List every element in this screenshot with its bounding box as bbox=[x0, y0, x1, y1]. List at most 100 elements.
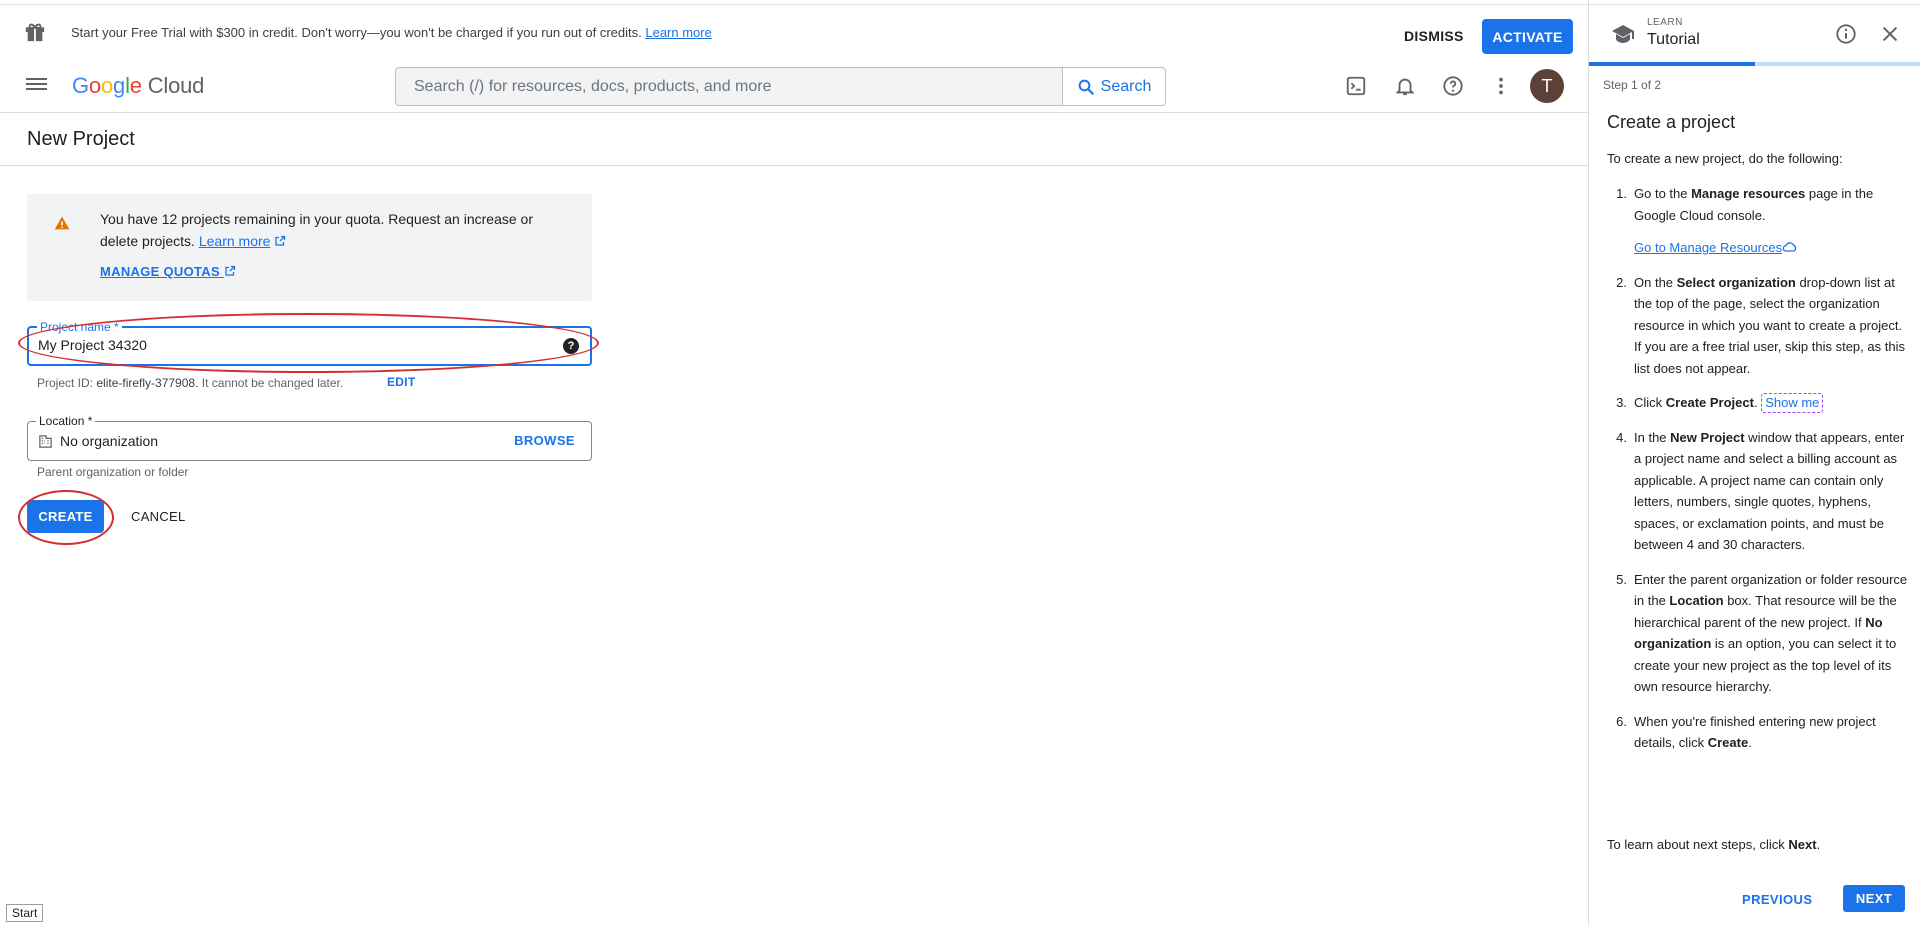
logo-letter: o bbox=[88, 73, 101, 98]
trial-banner: Start your Free Trial with $300 in credi… bbox=[0, 4, 1588, 58]
tutorial-intro: To create a new project, do the followin… bbox=[1607, 151, 1843, 166]
logo-letter: G bbox=[72, 73, 89, 98]
top-bar: Google Cloud Search T bbox=[0, 58, 1588, 113]
outro-bold: Next bbox=[1788, 837, 1817, 852]
bell-icon[interactable] bbox=[1393, 74, 1417, 98]
step-number: 5. bbox=[1616, 571, 1627, 587]
tutorial-outro: To learn about next steps, click Next. bbox=[1607, 837, 1820, 852]
building-icon bbox=[39, 435, 52, 448]
quota-notice: You have 12 projects remaining in your q… bbox=[27, 194, 592, 301]
location-label: Location * bbox=[36, 414, 96, 428]
tutorial-step: 1. Go to the Manage resources page in th… bbox=[1607, 183, 1909, 259]
external-link-icon bbox=[275, 235, 286, 246]
location-value: No organization bbox=[60, 433, 159, 449]
step-text: Click bbox=[1634, 395, 1666, 410]
warning-icon bbox=[54, 216, 70, 230]
outro-text: To learn about next steps, click bbox=[1607, 837, 1789, 852]
browse-button[interactable]: BROWSE bbox=[514, 433, 575, 448]
location-help-text: Parent organization or folder bbox=[37, 465, 189, 479]
logo-cloud-word: Cloud bbox=[147, 73, 205, 98]
show-me-button[interactable]: Show me bbox=[1761, 393, 1824, 413]
page-title: New Project bbox=[27, 128, 135, 150]
tutorial-steps: 1. Go to the Manage resources page in th… bbox=[1607, 183, 1909, 767]
tutorial-step: 3. Click Create Project. Show me bbox=[1607, 392, 1909, 414]
menu-icon[interactable] bbox=[24, 75, 48, 95]
manage-quotas-link[interactable]: MANAGE QUOTAS bbox=[100, 264, 236, 279]
quota-learn-more-label: Learn more bbox=[198, 233, 271, 249]
trial-text: Start your Free Trial with $300 in credi… bbox=[71, 25, 712, 40]
quota-message: You have 12 projects remaining in your q… bbox=[100, 211, 533, 249]
step-label: Step 1 of 2 bbox=[1603, 78, 1662, 92]
start-tag: Start bbox=[6, 904, 44, 922]
more-vert-icon[interactable] bbox=[1489, 74, 1513, 98]
go-to-manage-resources-link[interactable]: Go to Manage Resources bbox=[1634, 237, 1909, 259]
project-id-value: elite-firefly-377908. bbox=[96, 376, 199, 390]
avatar[interactable]: T bbox=[1530, 69, 1564, 103]
step-number: 2. bbox=[1616, 274, 1627, 290]
project-id-suffix: It cannot be changed later. bbox=[201, 376, 344, 390]
gift-icon bbox=[25, 23, 45, 42]
trial-message: Start your Free Trial with $300 in credi… bbox=[71, 25, 642, 40]
step-bold: Manage resources bbox=[1691, 186, 1806, 201]
trial-learn-more-link[interactable]: Learn more bbox=[645, 25, 711, 40]
terminal-icon[interactable] bbox=[1344, 74, 1368, 98]
cloud-icon bbox=[1782, 242, 1797, 252]
tutorial-panel: LEARN Tutorial Step 1 of 2 Create a proj… bbox=[1588, 0, 1920, 925]
project-id-text: Project ID: elite-firefly-377908. It can… bbox=[37, 376, 343, 390]
step-number: 4. bbox=[1616, 429, 1627, 445]
activate-button[interactable]: ACTIVATE bbox=[1482, 19, 1573, 54]
step-number: 3. bbox=[1616, 395, 1627, 410]
main-area: Start your Free Trial with $300 in credi… bbox=[0, 0, 1588, 925]
search-box bbox=[395, 67, 1066, 106]
tutorial-step: 5. Enter the parent organization or fold… bbox=[1607, 569, 1909, 698]
step-text: window that appears, enter a project nam… bbox=[1634, 429, 1905, 553]
previous-button[interactable]: PREVIOUS bbox=[1736, 885, 1818, 913]
step-text: . bbox=[1753, 395, 1758, 410]
create-button[interactable]: CREATE bbox=[27, 500, 104, 533]
project-name-input[interactable] bbox=[38, 337, 538, 353]
logo-letter: g bbox=[113, 73, 126, 98]
link-label: Go to Manage Resources bbox=[1634, 240, 1783, 255]
step-number: 6. bbox=[1616, 713, 1627, 729]
dismiss-button[interactable]: DISMISS bbox=[1394, 19, 1474, 53]
tutorial-title: Tutorial bbox=[1647, 31, 1700, 48]
page-title-bar: New Project bbox=[0, 114, 1588, 166]
step-text: On the bbox=[1634, 274, 1677, 290]
help-icon[interactable] bbox=[1441, 74, 1465, 98]
info-icon[interactable] bbox=[1835, 23, 1857, 45]
step-text: When you're finished entering new projec… bbox=[1634, 713, 1876, 751]
logo-letter: o bbox=[100, 73, 114, 98]
step-bold: Create Project bbox=[1665, 395, 1754, 410]
edit-project-id-button[interactable]: EDIT bbox=[387, 375, 416, 389]
tutorial-step: 2. On the Select organization drop-down … bbox=[1607, 272, 1909, 380]
step-text: In the bbox=[1634, 429, 1671, 445]
search-input[interactable] bbox=[396, 68, 1066, 105]
location-field[interactable]: Location * No organization BROWSE bbox=[27, 414, 592, 461]
help-filled-icon[interactable]: ? bbox=[563, 338, 579, 354]
search-icon bbox=[1078, 79, 1094, 95]
google-cloud-logo[interactable]: Google Cloud bbox=[72, 73, 204, 99]
tutorial-learn-label: LEARN bbox=[1647, 17, 1683, 28]
next-button[interactable]: NEXT bbox=[1843, 885, 1905, 912]
external-link-icon bbox=[225, 265, 235, 276]
project-name-label: Project name * bbox=[37, 320, 122, 334]
search-button-label: Search bbox=[1100, 77, 1152, 95]
outro-text: . bbox=[1816, 837, 1821, 852]
close-icon[interactable] bbox=[1879, 23, 1901, 45]
step-number: 1. bbox=[1616, 186, 1627, 201]
step-bold: New Project bbox=[1670, 429, 1745, 445]
tutorial-step: 4. In the New Project window that appear… bbox=[1607, 427, 1909, 556]
quota-text: You have 12 projects remaining in your q… bbox=[100, 208, 560, 252]
tutorial-progress-fill bbox=[1589, 62, 1755, 66]
manage-quotas-label: MANAGE QUOTAS bbox=[100, 264, 220, 279]
quota-learn-more-link[interactable]: Learn more bbox=[199, 233, 271, 249]
tutorial-header: LEARN Tutorial bbox=[1589, 4, 1920, 66]
tutorial-step: 6. When you're finished entering new pro… bbox=[1607, 711, 1909, 754]
project-id-prefix: Project ID: bbox=[37, 376, 94, 390]
project-name-field[interactable]: Project name * ? bbox=[27, 320, 592, 366]
search-button[interactable]: Search bbox=[1062, 67, 1166, 106]
step-bold: Location bbox=[1669, 593, 1724, 608]
logo-letter: e bbox=[129, 73, 142, 98]
step-bold: Create bbox=[1707, 735, 1749, 750]
cancel-button[interactable]: CANCEL bbox=[121, 500, 196, 533]
